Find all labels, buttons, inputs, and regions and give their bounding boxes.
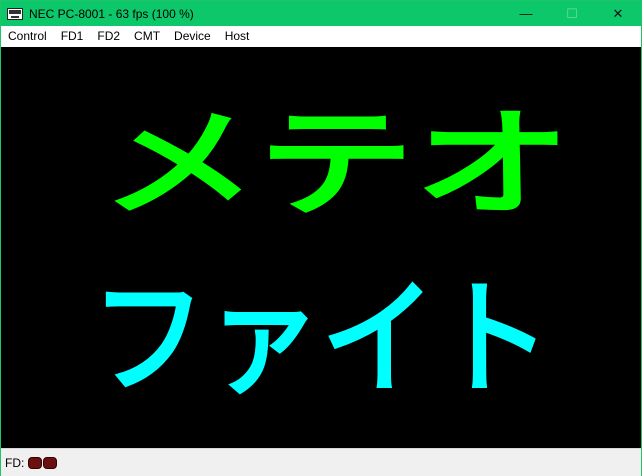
- menu-device[interactable]: Device: [167, 26, 218, 47]
- app-computer-icon[interactable]: [7, 7, 23, 20]
- title-line-fight: ファイト: [91, 267, 551, 412]
- emulator-screen[interactable]: メテオ ファイト: [1, 47, 641, 448]
- close-button[interactable]: ✕: [595, 1, 641, 26]
- emulator-window: NEC PC-8001 - 63 fps (100 %) — ☐ ✕ Contr…: [0, 0, 642, 476]
- menu-fd1[interactable]: FD1: [54, 26, 91, 47]
- window-controls: — ☐ ✕: [503, 1, 641, 26]
- screen-canvas: メテオ ファイト: [1, 47, 641, 448]
- menu-host[interactable]: Host: [218, 26, 257, 47]
- menu-cmt[interactable]: CMT: [127, 26, 167, 47]
- menu-fd2[interactable]: FD2: [90, 26, 127, 47]
- fd2-led-indicator: [43, 456, 58, 469]
- menu-control[interactable]: Control: [1, 26, 54, 47]
- maximize-button[interactable]: ☐: [549, 1, 595, 26]
- title-bar[interactable]: NEC PC-8001 - 63 fps (100 %) — ☐ ✕: [1, 1, 641, 26]
- window-title: NEC PC-8001 - 63 fps (100 %): [29, 6, 194, 21]
- menu-bar: Control FD1 FD2 CMT Device Host: [1, 26, 641, 47]
- fd1-led-indicator: [28, 456, 43, 469]
- fd-status-label: FD:: [5, 455, 25, 470]
- status-bar: FD:: [1, 448, 641, 476]
- title-line-meteo: メテオ: [101, 95, 571, 233]
- minimize-button[interactable]: —: [503, 1, 549, 26]
